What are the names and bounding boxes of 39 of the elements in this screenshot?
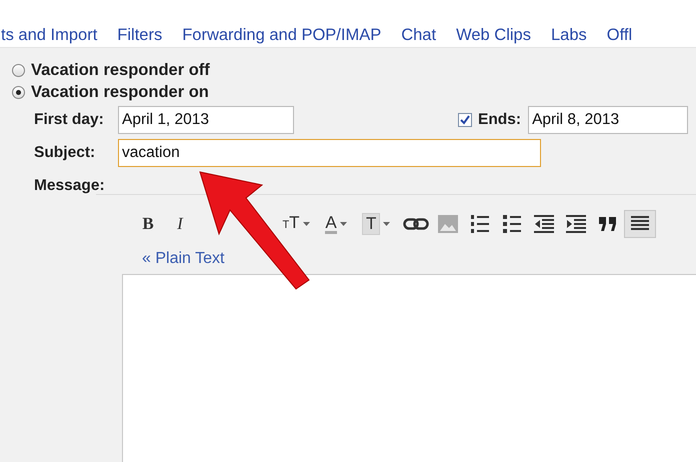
align-button[interactable] xyxy=(624,210,656,238)
format-glyph: TT xyxy=(282,213,300,234)
italic-button[interactable]: I xyxy=(164,210,196,238)
bullet-list-icon xyxy=(502,214,522,234)
link-icon xyxy=(403,217,430,231)
field-label: Ends: xyxy=(478,110,522,130)
format-glyph: T xyxy=(362,213,380,235)
radio-label: Vacation responder on xyxy=(31,83,209,102)
image-icon xyxy=(438,215,458,233)
highlight-button[interactable]: T xyxy=(360,210,392,238)
radio-button[interactable] xyxy=(12,86,25,99)
input-field[interactable]: April 8, 2013 xyxy=(528,106,688,134)
text-color-button[interactable]: A xyxy=(320,210,352,238)
format-glyph: B xyxy=(142,214,154,234)
indent-icon xyxy=(566,215,586,233)
align-icon xyxy=(631,215,650,233)
settings-tab[interactable]: Labs xyxy=(550,25,587,45)
format-glyph: I xyxy=(177,214,183,234)
settings-tab[interactable]: ts and Import xyxy=(1,25,98,45)
bold-button[interactable]: B xyxy=(132,210,164,238)
field-label: Subject: xyxy=(34,143,96,163)
input-field[interactable]: vacation xyxy=(118,139,541,167)
field-label: First day: xyxy=(34,110,105,130)
settings-tab[interactable]: Chat xyxy=(401,25,436,45)
checkbox[interactable] xyxy=(458,113,472,127)
settings-tab[interactable]: Offl xyxy=(606,25,632,45)
quote-icon xyxy=(598,216,618,232)
input-field[interactable]: April 1, 2013 xyxy=(118,106,294,134)
radio-button[interactable] xyxy=(12,64,25,77)
field-label: Message: xyxy=(34,176,106,196)
settings-tab[interactable]: Web Clips xyxy=(456,25,531,45)
settings-tab[interactable]: Forwarding and POP/IMAP xyxy=(182,25,382,45)
settings-tab[interactable]: Filters xyxy=(117,25,162,45)
font-size-button[interactable]: TT xyxy=(280,210,312,238)
numbered-list-icon xyxy=(470,214,490,234)
radio-label: Vacation responder off xyxy=(31,61,210,80)
format-glyph: A xyxy=(325,214,337,234)
plain-text-link[interactable]: « Plain Text xyxy=(142,250,224,268)
outdent-icon xyxy=(534,215,554,233)
